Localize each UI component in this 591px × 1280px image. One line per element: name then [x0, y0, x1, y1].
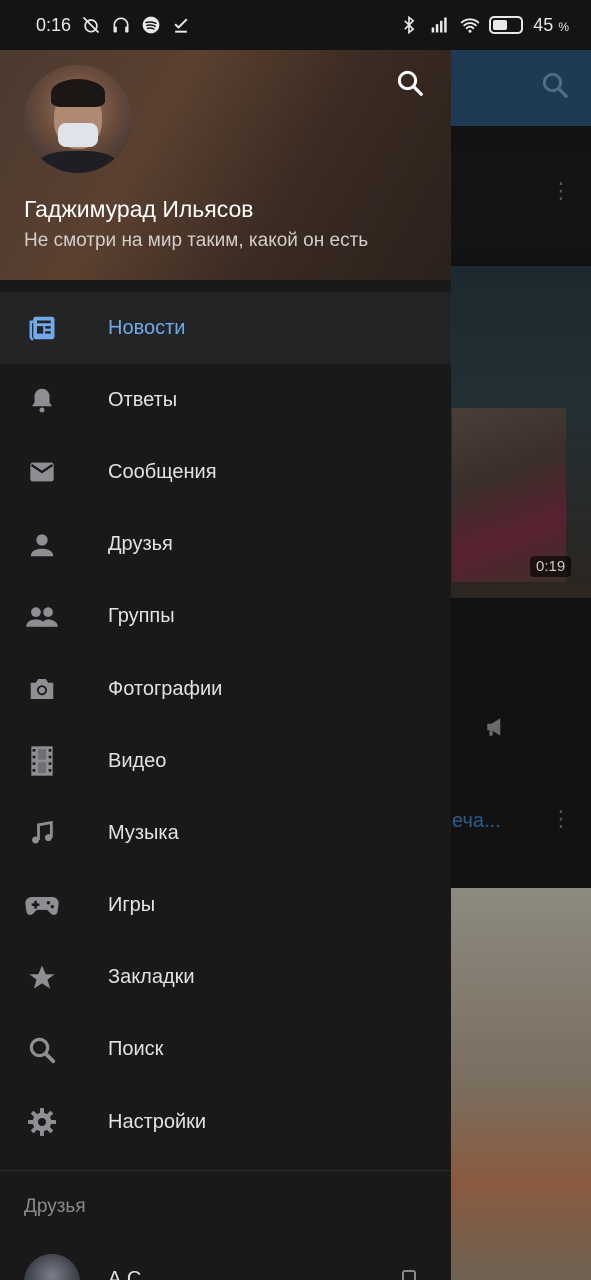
- menu-item-photos[interactable]: Фотографии: [0, 653, 451, 725]
- film-icon: [24, 743, 60, 779]
- menu-label: Игры: [108, 894, 156, 917]
- menu-label: Сообщения: [108, 460, 217, 483]
- menu-item-music[interactable]: Музыка: [0, 797, 451, 869]
- feed-more-icon: ⋮: [550, 806, 572, 831]
- gear-icon: [24, 1104, 60, 1140]
- menu-label: Новости: [108, 316, 186, 339]
- spotify-icon: [141, 15, 161, 35]
- feed-link-text: еча...: [452, 810, 501, 832]
- alarm-off-icon: [81, 15, 101, 35]
- drawer-menu: Новости Ответы Сообщения Друзья Группы Ф…: [0, 292, 451, 1158]
- cell-signal-icon: [429, 15, 449, 35]
- bluetooth-icon: [399, 15, 419, 35]
- friends-section-title: Друзья: [24, 1196, 86, 1217]
- menu-label: Группы: [108, 605, 175, 628]
- profile-status: Не смотри на мир таким, какой он есть: [24, 230, 369, 251]
- friend-list-item[interactable]: А С: [0, 1248, 451, 1280]
- battery-icon: [489, 16, 524, 34]
- status-bar: 0:16 45 %: [0, 0, 591, 50]
- menu-item-groups[interactable]: Группы: [0, 581, 451, 653]
- menu-label: Видео: [108, 749, 167, 772]
- bell-icon: [24, 382, 60, 418]
- search-icon[interactable]: [395, 68, 425, 103]
- menu-label: Закладки: [108, 966, 195, 989]
- people-icon: [24, 599, 60, 635]
- gamepad-icon: [24, 888, 60, 924]
- menu-item-answers[interactable]: Ответы: [0, 364, 451, 436]
- menu-item-bookmarks[interactable]: Закладки: [0, 942, 451, 1014]
- headphones-icon: [111, 15, 131, 35]
- music-note-icon: [24, 815, 60, 851]
- menu-label: Поиск: [108, 1038, 164, 1061]
- menu-item-search[interactable]: Поиск: [0, 1014, 451, 1086]
- menu-item-news[interactable]: Новости: [0, 292, 451, 365]
- menu-label: Настройки: [108, 1110, 207, 1133]
- feed-more-icon: ⋮: [550, 178, 572, 203]
- menu-item-settings[interactable]: Настройки: [0, 1086, 451, 1158]
- camera-icon: [24, 671, 60, 707]
- download-done-icon: [171, 15, 191, 35]
- star-icon: [24, 960, 60, 996]
- menu-item-video[interactable]: Видео: [0, 725, 451, 797]
- menu-label: Друзья: [108, 533, 173, 556]
- status-time: 0:16: [36, 14, 72, 35]
- friend-avatar: [24, 1254, 80, 1280]
- avatar[interactable]: [24, 65, 132, 173]
- menu-item-friends[interactable]: Друзья: [0, 509, 451, 581]
- navigation-drawer: Гаджимурад Ильясов Не смотри на мир таки…: [0, 0, 451, 1280]
- feed-post-image: [450, 888, 591, 1280]
- newspaper-icon: [24, 310, 60, 346]
- friend-name: А С: [108, 1268, 142, 1280]
- megaphone-icon: [483, 714, 511, 745]
- menu-label: Фотографии: [108, 677, 223, 700]
- mobile-online-icon: [402, 1270, 416, 1280]
- menu-item-games[interactable]: Игры: [0, 870, 451, 942]
- envelope-icon: [24, 454, 60, 490]
- search-icon: [24, 1032, 60, 1068]
- menu-label: Ответы: [108, 388, 178, 411]
- menu-label: Музыка: [108, 821, 179, 844]
- divider: [0, 1170, 451, 1171]
- wifi-icon: [459, 15, 480, 35]
- feed-search-icon: [540, 70, 570, 105]
- profile-name[interactable]: Гаджимурад Ильясов: [24, 196, 253, 223]
- person-icon: [24, 527, 60, 563]
- video-duration: 0:19: [530, 556, 572, 577]
- battery-percent: 45 %: [533, 14, 569, 35]
- menu-item-messages[interactable]: Сообщения: [0, 436, 451, 508]
